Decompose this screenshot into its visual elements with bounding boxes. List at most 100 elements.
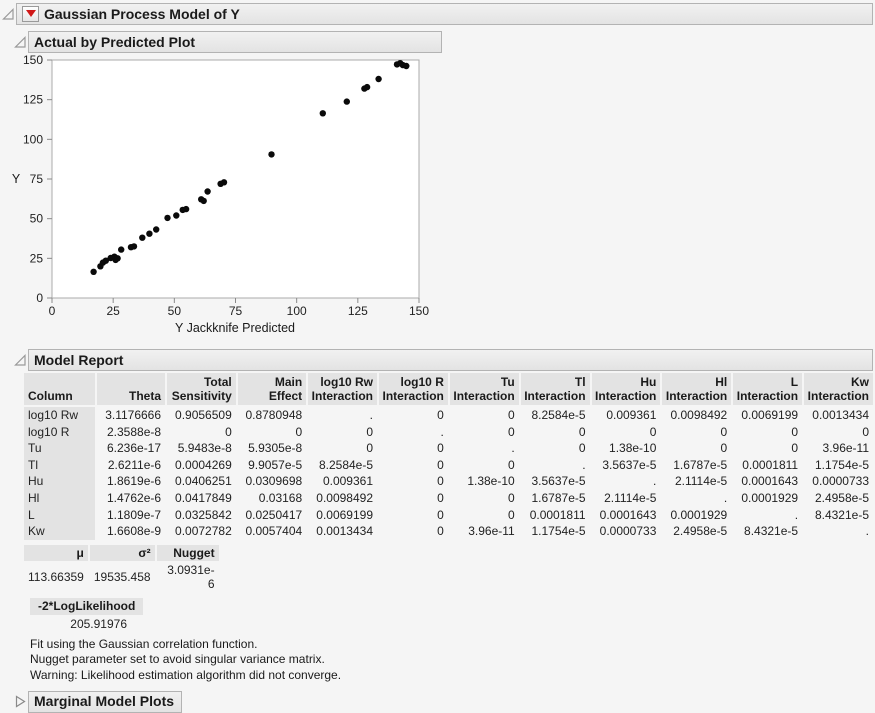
cell-value: 0.0406251	[175, 474, 232, 489]
table-row: L 1.1809e-7 0.0325842 0.0250417 0.0069199 0 0 0…	[24, 506, 873, 524]
cell-value: 2.4958e-5	[814, 490, 869, 505]
model-notes: Fit using the Gaussian correlation funct…	[30, 637, 875, 683]
cell-value: 0	[649, 424, 657, 439]
loglikelihood-header: -2*LogLikelihood	[30, 597, 144, 615]
x-axis-label: Y Jackknife Predicted	[175, 321, 295, 335]
cell-value: 0.9056509	[175, 408, 232, 422]
note-warning: Warning: Likelihood estimation algorithm…	[30, 667, 342, 682]
model-report-title-bar[interactable]: Model Report	[28, 349, 873, 371]
cell-value: 0.0001643	[741, 474, 799, 489]
disclosure-open-icon[interactable]	[14, 353, 27, 367]
cell-value: 3.1176666	[105, 408, 162, 422]
cell-value: 0.0001929	[741, 490, 799, 505]
data-point	[153, 226, 160, 233]
table-header-row: Column Theta Total Sensitivity Main Effect l…	[24, 373, 873, 407]
table-row: Hu 1.8619e-6 0.0406251 0.0309698 0.009361 0 1.…	[24, 473, 873, 490]
cell-value: 3.5637e-5	[531, 474, 586, 489]
cell-value: 0	[508, 490, 515, 505]
x-tick-label: 0	[49, 304, 56, 318]
disclosure-closed-icon[interactable]	[14, 695, 27, 708]
cell-value: 0	[437, 457, 444, 472]
cell-value: 0	[437, 490, 444, 505]
cell-value: 0	[508, 408, 515, 422]
cell-value: 1.4762e-6	[106, 490, 162, 505]
cell-value: 0.0309698	[245, 474, 303, 489]
cell-value: 0.0001811	[742, 457, 799, 472]
cell-value: 2.1114e-5	[604, 490, 657, 505]
cell-value: 0	[862, 424, 869, 439]
cell-value: 0.0013434	[812, 408, 869, 422]
table-row: log10 R 2.3588e-8 0 0 0. 0 0 0 0 0 0	[24, 423, 873, 441]
column-header: Tu Interaction	[449, 373, 519, 407]
cell-value: .	[369, 408, 374, 422]
cell-value: 0.0001643	[599, 507, 657, 522]
disclosure-open-icon[interactable]	[2, 7, 15, 21]
column-header: Tl Interaction	[520, 373, 590, 407]
cell-value: 2.1114e-5	[674, 474, 728, 489]
scatter-plot-canvas: 0 25 50 75 100 125 150 0 25 50 75 100 125 150 Y Jackk…	[12, 55, 430, 335]
cell-value: 0.0001811	[529, 507, 586, 522]
cell-value: 0.0098492	[670, 408, 728, 422]
data-point	[173, 212, 180, 219]
cell-value: 0	[578, 441, 586, 456]
data-point	[268, 151, 275, 158]
cell-value: 0	[437, 408, 444, 422]
cell-value: 0.0001929	[670, 507, 728, 522]
data-point	[182, 205, 190, 213]
y-tick-label: 150	[23, 55, 43, 67]
cell-value: 1.6787e-5	[673, 457, 728, 472]
x-tick-label: 25	[106, 304, 120, 318]
cell-value: 0	[366, 424, 374, 439]
cell-value: 0	[791, 424, 799, 439]
data-point	[139, 234, 146, 241]
root-title: Gaussian Process Model of Y	[44, 5, 240, 22]
data-point	[343, 98, 350, 105]
data-point	[204, 188, 211, 195]
data-point	[375, 75, 382, 83]
cell-value: 0	[225, 424, 232, 439]
cell-value: 6.236e-17	[106, 441, 162, 456]
row-label: Hl	[24, 489, 95, 507]
plot-section-title-bar[interactable]: Actual by Predicted Plot	[28, 31, 442, 53]
parameter-value-row: 113.66359 19535.458 3.0931e-6	[24, 562, 219, 592]
y-tick-label: 100	[23, 132, 43, 146]
column-header: Hu Interaction	[591, 373, 661, 407]
disclosure-open-icon[interactable]	[14, 35, 27, 49]
parameter-header: σ²	[89, 544, 155, 561]
row-label: Tu	[24, 440, 95, 457]
cell-value: 1.1754e-5	[814, 457, 869, 472]
cell-value: 0	[508, 424, 515, 439]
cell-value: 3.96e-11	[468, 524, 515, 539]
cell-value: 0	[578, 424, 586, 439]
cell-value: 9.9057e-5	[248, 457, 303, 472]
cell-value: 1.6787e-5	[531, 490, 586, 505]
cell-value: 3.96e-11	[822, 441, 869, 456]
cell-value: 2.6211e-6	[107, 457, 162, 472]
cell-value: 0.0072782	[175, 524, 232, 539]
data-point	[363, 83, 371, 91]
cell-value: 0.0250417	[245, 507, 303, 522]
marginal-plots-title-bar[interactable]: Marginal Model Plots	[28, 690, 183, 713]
data-point	[90, 268, 97, 275]
red-triangle-menu-button[interactable]	[22, 5, 39, 22]
cell-value: 8.4321e-5	[744, 524, 799, 539]
data-point	[200, 197, 207, 205]
cell-value: .	[582, 457, 586, 472]
cell-value: .	[511, 441, 515, 456]
parameter-table: μ σ² Nugget 113.66359 19535.458 3.0931e-6	[22, 544, 221, 593]
cell-value: 1.1754e-5	[531, 524, 586, 539]
parameter-header: μ	[24, 544, 88, 561]
row-label: Tl	[24, 456, 95, 474]
y-tick-label: 125	[23, 93, 43, 107]
plot-section-title: Actual by Predicted Plot	[34, 33, 196, 50]
cell-value: 0	[366, 441, 374, 456]
cell-value: 5.9483e-8	[177, 441, 232, 456]
root-title-bar[interactable]: Gaussian Process Model of Y	[16, 3, 873, 25]
note-nugget: Nugget parameter set to avoid singular v…	[30, 652, 325, 667]
marginal-plots-row: Marginal Model Plots	[14, 690, 875, 713]
y-tick-label: 75	[30, 172, 44, 186]
parameter-value: 3.0931e-6	[167, 562, 215, 591]
y-tick-label: 0	[36, 291, 43, 305]
actual-by-predicted-plot: 0 25 50 75 100 125 150 0 25 50 75 100 125 150 Y Jackk…	[2, 55, 875, 343]
cell-value: 1.6608e-9	[106, 524, 162, 539]
